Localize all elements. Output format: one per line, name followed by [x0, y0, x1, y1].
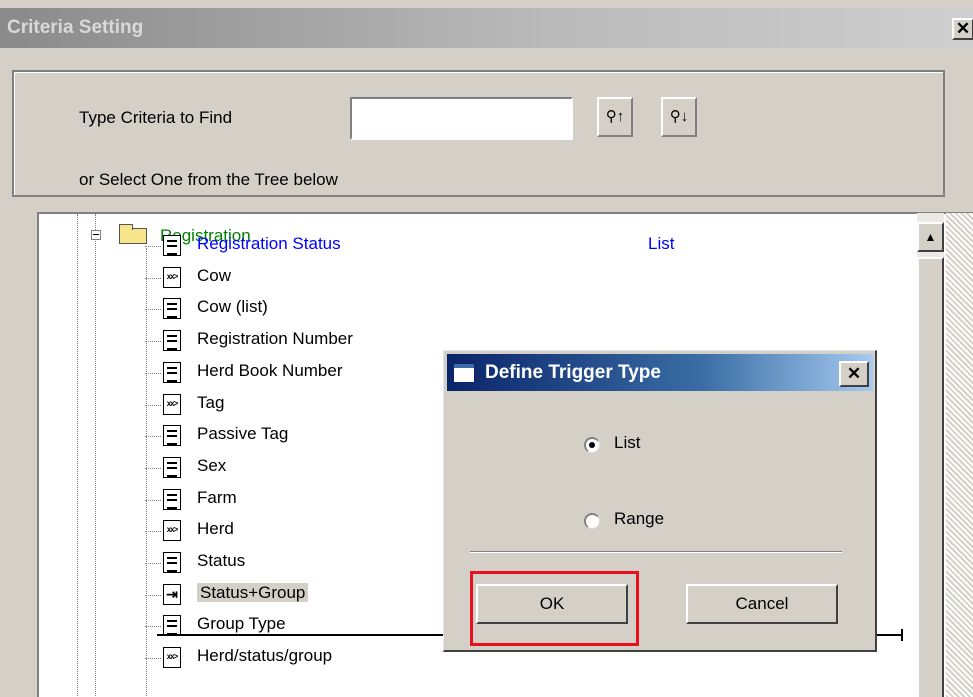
- document-icon: [163, 298, 181, 319]
- tree-connector: [145, 468, 161, 469]
- tree-item[interactable]: Registration Status: [197, 230, 341, 258]
- tree-item[interactable]: Status: [197, 547, 245, 575]
- tree-item[interactable]: Status+Group: [197, 579, 309, 607]
- define-trigger-type-dialog: Define Trigger Type ✕ List Range OK Canc…: [443, 350, 877, 652]
- tree-item-label: Tag: [197, 393, 225, 412]
- document-icon: [163, 425, 181, 446]
- document-icon: [163, 552, 181, 573]
- tree-connector: [145, 563, 161, 564]
- criteria-setting-window: Criteria Setting ✕ Type Criteria to Find…: [0, 0, 973, 697]
- tree-item[interactable]: Tag: [197, 389, 224, 417]
- radio-list-icon[interactable]: [584, 437, 600, 453]
- tree-item-label: Farm: [197, 488, 237, 507]
- ok-button[interactable]: OK: [476, 584, 628, 624]
- xx-icon: xx>: [163, 647, 181, 668]
- tree-connector: [145, 595, 161, 596]
- link-icon: ⇥: [163, 584, 181, 605]
- collapse-icon[interactable]: [91, 230, 101, 240]
- tree-connector: [145, 373, 161, 374]
- tree-item-label: Passive Tag: [197, 424, 289, 443]
- dialog-close-button[interactable]: ✕: [839, 361, 869, 387]
- dialog-title: Define Trigger Type: [485, 362, 661, 383]
- window-title: Criteria Setting: [7, 17, 144, 38]
- tree-item-label: Registration Number: [197, 329, 353, 348]
- tree-item-label: Herd Book Number: [197, 361, 343, 380]
- find-down-button[interactable]: ⚲↓: [661, 97, 697, 137]
- tree-line: [95, 214, 96, 697]
- title-bar: Criteria Setting ✕: [0, 8, 973, 48]
- tree-connector: [145, 246, 161, 247]
- tree-item-label: Sex: [197, 456, 227, 475]
- binoculars-up-icon: ⚲↑: [605, 108, 625, 125]
- tree-item[interactable]: Cow (list): [197, 293, 268, 321]
- document-icon: [163, 457, 181, 478]
- tree-item[interactable]: Sex: [197, 452, 226, 480]
- tree-connector: [145, 531, 161, 532]
- tree-item[interactable]: Cow: [197, 262, 231, 290]
- tree-connector: [145, 626, 161, 627]
- window-app-icon: [453, 363, 475, 383]
- scroll-thumb[interactable]: [917, 257, 944, 697]
- window-close-button[interactable]: ✕: [952, 18, 973, 40]
- binoculars-down-icon: ⚲↓: [669, 108, 689, 125]
- xx-icon: xx>: [163, 520, 181, 541]
- tree-connector: [145, 341, 161, 342]
- tree-connector: [145, 658, 161, 659]
- find-label: Type Criteria to Find: [79, 108, 233, 127]
- tree-connector: [145, 436, 161, 437]
- drag-indicator-end: [901, 629, 903, 641]
- radio-range-icon[interactable]: [584, 513, 600, 529]
- radio-list-label: List: [614, 433, 641, 452]
- tree-item-label: Group Type: [197, 614, 286, 633]
- radio-option-list[interactable]: List: [584, 433, 704, 457]
- dialog-title-bar: Define Trigger Type ✕: [447, 354, 873, 391]
- tree-item[interactable]: Herd/status/group: [197, 642, 332, 670]
- find-hint: or Select One from the Tree below: [79, 170, 338, 189]
- tree-item-label: Cow: [197, 266, 232, 285]
- tree-connector: [145, 278, 161, 279]
- tree-item[interactable]: Herd Book Number: [197, 357, 343, 385]
- tree-item-label: Cow (list): [197, 297, 268, 316]
- tree-item[interactable]: Registration Number: [197, 325, 353, 353]
- document-icon: [163, 235, 181, 256]
- xx-icon: xx>: [163, 394, 181, 415]
- tree-vertical-scrollbar[interactable]: ▲: [917, 213, 944, 697]
- tree-item-label: Status: [197, 551, 246, 570]
- document-icon: [163, 330, 181, 351]
- tree-item[interactable]: Herd: [197, 515, 234, 543]
- dialog-separator: [470, 551, 842, 553]
- tree-connector: [145, 405, 161, 406]
- document-icon: [163, 615, 181, 636]
- tree-line: [146, 248, 147, 697]
- tree-connector: [145, 500, 161, 501]
- tree-item[interactable]: Farm: [197, 484, 237, 512]
- tree-connector: [145, 309, 161, 310]
- find-input[interactable]: [350, 97, 573, 140]
- cancel-button[interactable]: Cancel: [686, 584, 838, 624]
- tree-line: [77, 214, 78, 697]
- tree-item-label: Status+Group: [197, 583, 309, 602]
- radio-option-range[interactable]: Range: [584, 509, 704, 533]
- outer-scroll-track[interactable]: [946, 213, 973, 697]
- scroll-up-button[interactable]: ▲: [917, 222, 944, 252]
- radio-range-label: Range: [614, 509, 665, 528]
- xx-icon: xx>: [163, 267, 181, 288]
- tree-item-label: Herd: [197, 519, 234, 538]
- tree-item-label: Herd/status/group: [197, 646, 333, 665]
- document-icon: [163, 489, 181, 510]
- tree-item-type: List: [648, 234, 675, 253]
- folder-icon: [119, 224, 147, 244]
- tree-item[interactable]: Passive Tag: [197, 420, 288, 448]
- tree-item-label: Registration Status: [197, 234, 341, 253]
- document-icon: [163, 362, 181, 383]
- find-up-button[interactable]: ⚲↑: [597, 97, 633, 137]
